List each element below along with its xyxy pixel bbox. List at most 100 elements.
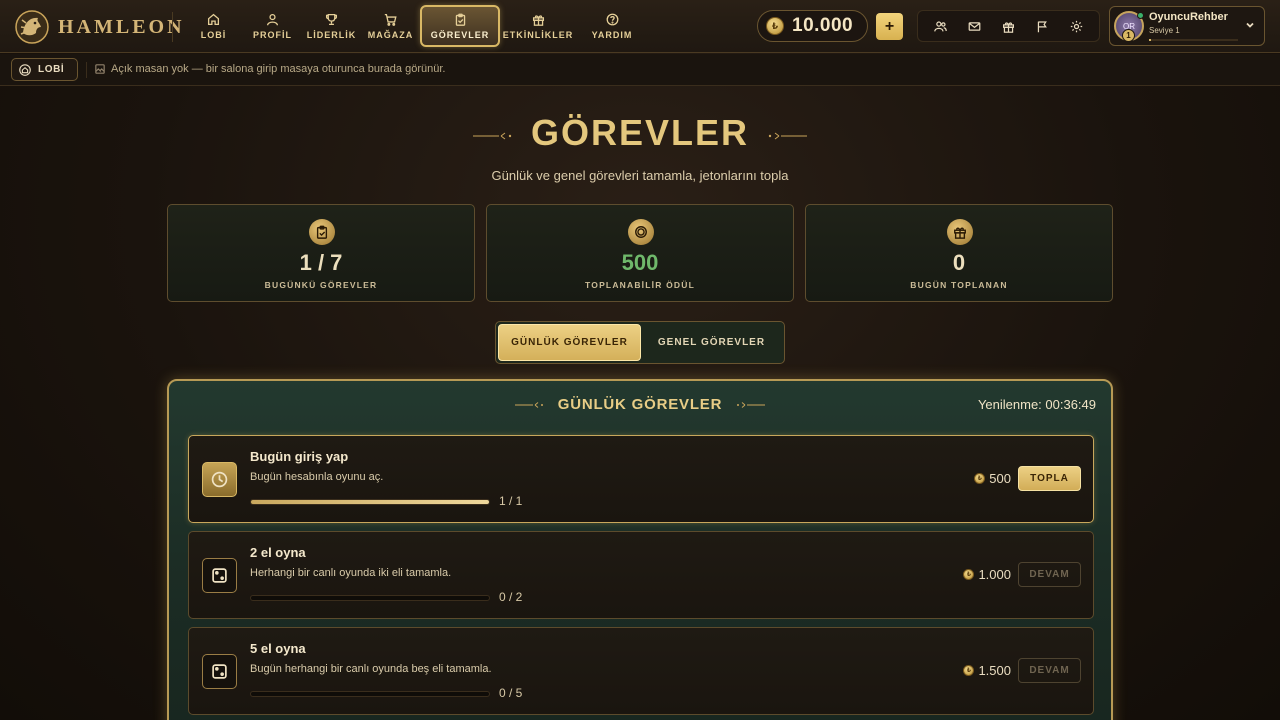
nav-label: GÖREVLER (430, 29, 490, 40)
add-coins-button[interactable]: + (876, 13, 903, 40)
coin-icon (635, 226, 647, 238)
tab-daily-quests[interactable]: GÜNLÜK GÖREVLER (498, 324, 641, 361)
dice-icon (212, 664, 227, 679)
main-nav: LOBİ PROFİL LİDERLİK MAĞAZA GÖREVLER ETK… (184, 5, 648, 47)
nav-label: YARDIM (591, 29, 633, 40)
continue-button[interactable]: DEVAM (1018, 658, 1081, 683)
panel-title-text: GÜNLÜK GÖREVLER (557, 396, 723, 413)
profile-level: Seviye 1 (1149, 26, 1180, 35)
reset-timer: Yenilenme: 00:36:49 (977, 397, 1096, 412)
toolbar (917, 10, 1100, 42)
quest-reward: ₺ 1.500 (963, 663, 1011, 678)
friends-button[interactable] (930, 15, 952, 37)
nav-label: LİDERLİK (306, 29, 357, 40)
friends-icon (934, 20, 948, 32)
stat-value: 500 (621, 250, 659, 275)
nav-item-leaderboard[interactable]: LİDERLİK (302, 5, 361, 47)
flourish-left-icon (514, 402, 543, 408)
quest-card: 2 el oyna Herhangi bir canlı oyunda iki … (188, 531, 1094, 619)
nav-item-quests[interactable]: GÖREVLER (420, 5, 500, 47)
quest-icon (202, 558, 237, 593)
quest-name: Bugün giriş yap (250, 449, 349, 464)
xp-progress-fill (1149, 39, 1151, 41)
nav-item-lobby[interactable]: LOBİ (184, 5, 243, 47)
gifts-button[interactable] (997, 15, 1019, 37)
online-status-dot (1137, 12, 1144, 19)
mail-icon (968, 21, 981, 31)
nav-label: ETKİNLİKLER (502, 29, 574, 40)
divider (86, 62, 87, 78)
trophy-icon (325, 13, 338, 25)
coin-icon: ₺ (974, 473, 986, 484)
quest-card: 5 el oyna Bugün herhangi bir canlı oyund… (188, 627, 1094, 715)
quest-tabs: GÜNLÜK GÖREVLER GENEL GÖREVLER (495, 321, 785, 364)
tab-general-quests[interactable]: GENEL GÖREVLER (641, 324, 782, 361)
clipboard-check-icon (455, 13, 465, 26)
lobby-button-label: LOBİ (38, 64, 65, 75)
lobby-button[interactable]: LOBİ (11, 58, 78, 81)
stat-label: BUGÜNKÜ GÖREVLER (264, 280, 378, 290)
xp-progress-bar (1149, 39, 1238, 41)
quest-reward-value: 500 (989, 471, 1011, 486)
level-badge: 1 (1122, 29, 1135, 42)
daily-quests-panel: GÜNLÜK GÖREVLER Yenilenme: 00:36:49 Bugü… (167, 379, 1113, 720)
coin-icon: ₺ (963, 569, 975, 580)
quest-progress-text: 0 / 2 (499, 590, 523, 604)
stat-value: 1 / 7 (299, 250, 343, 275)
mail-button[interactable] (964, 15, 986, 37)
help-icon (606, 13, 618, 25)
collect-button[interactable]: TOPLA (1018, 466, 1081, 491)
flag-icon (1037, 20, 1047, 32)
quest-progress-text: 0 / 5 (499, 686, 523, 700)
quest-icon (202, 462, 237, 497)
coin-icon: ₺ (766, 17, 784, 35)
flourish-left-icon (472, 132, 512, 140)
stat-icon (309, 219, 335, 245)
cart-icon (384, 13, 397, 26)
settings-button[interactable] (1065, 15, 1087, 37)
clock-icon (211, 471, 228, 488)
nav-label: PROFİL (253, 29, 292, 40)
continue-button[interactable]: DEVAM (1018, 562, 1081, 587)
dice-icon (212, 568, 227, 583)
quest-reward: ₺ 1.000 (963, 567, 1011, 582)
stat-value: 0 (952, 250, 966, 275)
quest-progress-fill (251, 500, 489, 504)
divider (172, 12, 173, 42)
report-button[interactable] (1031, 15, 1053, 37)
settings-icon (1070, 20, 1082, 32)
profile-name: OyuncuRehber (1149, 11, 1228, 23)
quest-reward: ₺ 500 (974, 471, 1011, 486)
stat-card-collectable-reward: 500 TOPLANABİLİR ÖDÜL (486, 204, 794, 302)
coin-balance[interactable]: ₺ 10.000 (757, 10, 868, 42)
stat-icon (628, 219, 654, 245)
quest-reward-value: 1.500 (978, 663, 1011, 678)
quest-reward-value: 1.000 (978, 567, 1011, 582)
nav-item-help[interactable]: YARDIM (576, 5, 648, 47)
brand-logo[interactable]: HAMLEON (14, 9, 185, 45)
page-title: GÖREVLER (472, 112, 808, 154)
stat-label: BUGÜN TOPLANAN (910, 280, 1008, 290)
page-title-text: GÖREVLER (530, 112, 750, 153)
flourish-right-icon (737, 402, 766, 408)
profile-menu[interactable]: OR 1 OyuncuRehber Seviye 1 (1109, 6, 1265, 46)
user-icon (266, 13, 279, 25)
gift-icon (954, 227, 966, 239)
quest-progress-text: 1 / 1 (499, 494, 523, 508)
quest-card: Bugün giriş yap Bugün hesabınla oyunu aç… (188, 435, 1094, 523)
coin-balance-value: 10.000 (792, 15, 854, 36)
open-tables-text: Açık masan yok — bir salona girip masaya… (111, 63, 446, 75)
quest-description: Herhangi bir canlı oyunda iki eli tamaml… (250, 567, 452, 579)
home-icon (207, 13, 220, 25)
nav-item-events[interactable]: ETKİNLİKLER (500, 5, 576, 47)
flourish-right-icon (768, 132, 808, 140)
nav-item-store[interactable]: MAĞAZA (361, 5, 420, 47)
stat-label: TOPLANABİLİR ÖDÜL (585, 280, 695, 290)
nav-label: MAĞAZA (367, 29, 414, 40)
quest-progress-bar (250, 499, 490, 505)
page-header: GÖREVLER (0, 112, 1280, 154)
chevron-down-icon (1246, 22, 1254, 28)
stat-card-today-quests: 1 / 7 BUGÜNKÜ GÖREVLER (167, 204, 475, 302)
panel-title: GÜNLÜK GÖREVLER (169, 396, 1111, 413)
nav-item-profile[interactable]: PROFİL (243, 5, 302, 47)
